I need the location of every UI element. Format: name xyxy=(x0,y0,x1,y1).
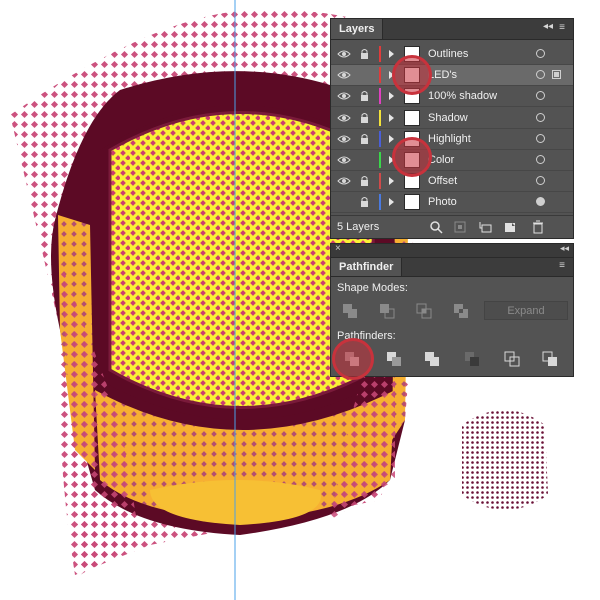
layers-panel: Layers ◂◂ ≡ Outlines LED's 100% shadow Shad… xyxy=(330,18,574,239)
layer-count: 5 Layers xyxy=(337,221,380,233)
layer-color-swatch xyxy=(379,46,381,62)
target-icon[interactable] xyxy=(536,91,545,101)
unite-icon[interactable] xyxy=(341,302,359,320)
lock-icon[interactable] xyxy=(360,175,369,187)
layer-row[interactable]: Shadow xyxy=(331,108,573,129)
intersect-icon[interactable] xyxy=(415,302,433,320)
expand-triangle-icon[interactable] xyxy=(389,50,394,58)
target-icon[interactable] xyxy=(536,176,545,186)
visibility-eye-icon[interactable] xyxy=(337,176,351,186)
lock-icon[interactable] xyxy=(360,196,369,208)
layer-color-swatch xyxy=(379,109,381,126)
tab-layers[interactable]: Layers xyxy=(331,19,384,39)
visibility-eye-icon[interactable] xyxy=(337,155,351,165)
expand-triangle-icon[interactable] xyxy=(389,198,394,207)
selection-fill xyxy=(554,72,559,78)
new-layer-icon[interactable] xyxy=(503,220,517,234)
crop-icon[interactable] xyxy=(463,350,481,368)
locate-object-icon[interactable] xyxy=(429,220,443,234)
highlight-divide-button xyxy=(332,338,374,380)
layer-color-swatch xyxy=(379,88,381,105)
layer-row[interactable]: Photo xyxy=(331,192,573,214)
layer-thumbnail xyxy=(404,109,420,126)
visibility-eye-icon[interactable] xyxy=(337,91,351,101)
layer-color-swatch xyxy=(379,152,381,168)
target-icon[interactable] xyxy=(536,133,545,143)
create-sublayer-icon[interactable] xyxy=(479,220,493,234)
outline-icon[interactable] xyxy=(503,350,521,368)
target-icon[interactable] xyxy=(536,49,545,58)
panel-menu-icon[interactable]: ≡ xyxy=(555,22,569,34)
layer-thumbnail xyxy=(404,194,420,211)
layer-color-swatch xyxy=(379,194,381,211)
expand-triangle-icon[interactable] xyxy=(389,92,394,101)
target-icon[interactable] xyxy=(536,70,545,80)
led-preview-shape xyxy=(462,410,548,510)
tab-pathfinder[interactable]: Pathfinder xyxy=(331,258,403,276)
minus-front-icon[interactable] xyxy=(378,302,396,320)
layer-name[interactable]: Offset xyxy=(428,175,457,187)
panel-menu-icon[interactable]: ≡ xyxy=(555,260,569,272)
highlight-leds-layer xyxy=(392,55,432,95)
layer-name[interactable]: Outlines xyxy=(428,48,468,60)
merge-icon[interactable] xyxy=(423,350,441,368)
target-icon[interactable] xyxy=(536,155,545,164)
layer-color-swatch xyxy=(379,173,381,190)
expand-triangle-icon[interactable] xyxy=(389,134,394,143)
pathfinder-tab-strip: Pathfinder ≡ xyxy=(331,258,573,277)
layer-list: Outlines LED's 100% shadow Shadow Highlight C… xyxy=(331,44,573,216)
expand-triangle-icon[interactable] xyxy=(389,113,394,122)
expand-triangle-icon[interactable] xyxy=(389,177,394,186)
shape-modes-label: Shape Modes: xyxy=(337,282,408,294)
layer-row[interactable]: Color xyxy=(331,150,573,171)
layer-color-swatch xyxy=(379,67,381,84)
visibility-eye-icon[interactable] xyxy=(337,113,351,123)
trim-icon[interactable] xyxy=(385,350,403,368)
layer-name[interactable]: Highlight xyxy=(428,133,471,145)
layer-name[interactable]: Shadow xyxy=(428,112,468,124)
layer-name[interactable]: Photo xyxy=(428,196,457,208)
lock-icon[interactable] xyxy=(360,133,369,145)
layer-row[interactable]: LED's xyxy=(331,65,573,87)
layers-footer: 5 Layers xyxy=(331,215,573,238)
collapse-icon[interactable]: ◂◂ xyxy=(543,21,553,32)
layers-tab-strip: Layers ◂◂ ≡ xyxy=(331,19,573,40)
lock-icon[interactable] xyxy=(360,112,369,124)
layer-name[interactable]: 100% shadow xyxy=(428,90,497,102)
visibility-eye-icon[interactable] xyxy=(337,49,351,59)
visibility-eye-icon[interactable] xyxy=(337,70,351,80)
collapse-icon[interactable]: ◂◂ xyxy=(560,243,569,254)
delete-layer-icon[interactable] xyxy=(531,220,545,234)
expand-button[interactable]: Expand xyxy=(484,301,568,320)
layer-row[interactable]: Outlines xyxy=(331,44,573,65)
make-clipping-mask-icon[interactable] xyxy=(453,220,467,234)
layer-row[interactable]: Highlight xyxy=(331,129,573,150)
target-icon[interactable] xyxy=(536,112,545,122)
selection-indicator[interactable] xyxy=(552,70,561,80)
close-icon[interactable]: × xyxy=(335,243,341,254)
lock-icon[interactable] xyxy=(360,90,369,102)
highlight-color-layer xyxy=(392,137,432,177)
target-icon[interactable] xyxy=(536,197,545,207)
layer-name[interactable]: LED's xyxy=(428,69,457,81)
pathfinder-topbar: × ◂◂ xyxy=(331,243,573,258)
minus-back-icon[interactable] xyxy=(541,350,559,368)
lock-icon[interactable] xyxy=(360,48,369,60)
visibility-eye-icon[interactable] xyxy=(337,134,351,144)
layer-row[interactable]: Offset xyxy=(331,171,573,193)
layer-row[interactable]: 100% shadow xyxy=(331,86,573,108)
exclude-icon[interactable] xyxy=(452,302,470,320)
layer-color-swatch xyxy=(379,130,381,147)
